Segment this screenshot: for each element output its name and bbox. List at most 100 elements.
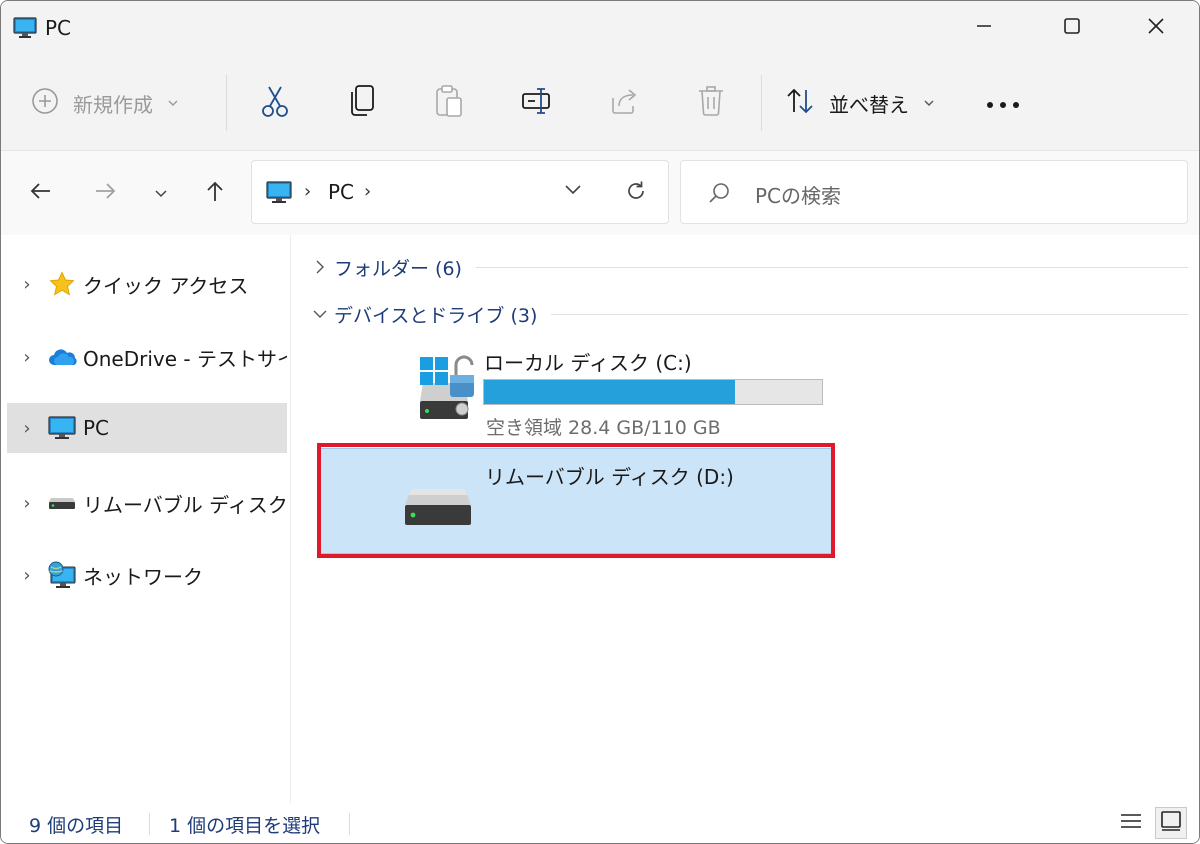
minimize-icon <box>975 17 993 39</box>
sidebar-item-label: クイック アクセス <box>83 273 249 298</box>
sidebar-item-network[interactable]: › ネットワーク <box>7 550 287 600</box>
back-button[interactable] <box>21 173 61 213</box>
toolbar-divider <box>761 75 762 131</box>
more-icon <box>986 94 1020 113</box>
maximize-button[interactable] <box>1029 1 1115 55</box>
sidebar-item-onedrive[interactable]: › OneDrive - テストサイト <box>7 332 287 382</box>
chevron-right-icon[interactable] <box>308 259 332 275</box>
new-button[interactable]: 新規作成 <box>31 79 179 127</box>
navigation-bar: › PC › PCの検索 <box>1 151 1199 235</box>
arrow-right-icon <box>94 182 116 204</box>
group-header-label: フォルダー (6) <box>334 257 462 280</box>
rename-icon <box>521 86 553 120</box>
delete-icon <box>697 85 725 121</box>
group-header-folders[interactable]: フォルダー (6) <box>308 252 1188 282</box>
refresh-icon[interactable] <box>624 179 648 207</box>
arrow-up-icon <box>205 180 225 206</box>
chevron-down-icon <box>923 94 935 113</box>
search-box[interactable]: PCの検索 <box>680 160 1188 224</box>
cut-icon <box>260 84 290 122</box>
recent-locations-button[interactable] <box>141 173 181 213</box>
close-icon <box>1147 17 1165 39</box>
breadcrumb-current[interactable]: PC <box>328 180 354 204</box>
maximize-icon <box>1063 17 1081 39</box>
forward-button[interactable] <box>85 173 125 213</box>
chevron-down-icon[interactable] <box>308 308 332 320</box>
add-circle-icon <box>31 87 59 119</box>
copy-button[interactable] <box>338 81 386 125</box>
share-button[interactable] <box>600 81 648 125</box>
group-header-label: デバイスとドライブ (3) <box>334 304 538 327</box>
toolbar-divider <box>226 75 227 131</box>
drive-name: ローカル ディスク (C:) <box>484 351 692 375</box>
command-bar: 新規作成 並べ替え <box>1 55 1199 151</box>
sidebar-item-pc[interactable]: › PC <box>7 403 287 453</box>
tiles-view-icon <box>1160 810 1182 836</box>
network-icon <box>47 561 77 588</box>
status-bar: 9 個の項目 1 個の項目を選択 <box>1 803 1199 843</box>
close-button[interactable] <box>1113 1 1199 55</box>
star-icon <box>47 271 77 297</box>
sidebar-item-quick-access[interactable]: › クイック アクセス <box>7 259 287 309</box>
delete-button[interactable] <box>687 81 735 125</box>
new-button-label: 新規作成 <box>73 92 153 117</box>
chevron-right-icon[interactable]: › <box>7 418 47 439</box>
sidebar-item-label: リムーバブル ディスク (D:) <box>83 492 287 517</box>
group-header-devices[interactable]: デバイスとドライブ (3) <box>308 299 1188 329</box>
details-view-icon <box>1120 812 1142 834</box>
chevron-right-icon[interactable]: › <box>7 274 47 295</box>
share-icon <box>609 86 639 120</box>
details-view-button[interactable] <box>1115 807 1147 839</box>
status-item-count: 9 個の項目 <box>29 815 124 837</box>
breadcrumb-separator[interactable]: › <box>364 181 371 202</box>
address-dropdown-icon[interactable] <box>564 181 582 200</box>
drive-item-c[interactable]: ローカル ディスク (C:) 空き領域 28.4 GB/110 GB <box>320 335 832 441</box>
sort-arrows-icon <box>785 87 815 119</box>
tiles-view-button[interactable] <box>1155 807 1187 839</box>
group-divider <box>551 313 1188 315</box>
drive-usage-bar <box>483 379 823 405</box>
sidebar-item-removable-disk[interactable]: › リムーバブル ディスク (D:) <box>7 478 287 528</box>
sidebar-item-label: ネットワーク <box>83 564 203 589</box>
chevron-down-icon <box>154 184 168 203</box>
windows-drive-icon <box>390 343 480 427</box>
highlight-annotation <box>317 443 835 558</box>
rename-button[interactable] <box>513 81 561 125</box>
minimize-button[interactable] <box>941 1 1027 55</box>
group-divider <box>475 266 1188 268</box>
sidebar-item-label: OneDrive - テストサイト <box>83 346 287 371</box>
more-options-button[interactable] <box>981 79 1025 127</box>
navigation-pane: › クイック アクセス › OneDrive - テストサイト › PC › リ… <box>1 235 291 803</box>
removable-drive-icon <box>47 490 77 516</box>
status-divider <box>149 813 150 835</box>
title-bar: PC <box>1 1 1199 55</box>
search-placeholder: PCの検索 <box>755 184 842 208</box>
paste-icon <box>434 84 464 122</box>
copy-icon <box>348 84 376 122</box>
sort-button-label: 並べ替え <box>829 92 909 117</box>
chevron-right-icon[interactable]: › <box>7 565 47 586</box>
address-bar[interactable]: › PC › <box>251 160 669 224</box>
arrow-left-icon <box>30 182 52 204</box>
onedrive-cloud-icon <box>47 344 77 370</box>
status-selected-count: 1 個の項目を選択 <box>169 815 321 837</box>
search-icon <box>707 181 731 209</box>
pc-monitor-icon <box>47 415 77 441</box>
sidebar-item-label: PC <box>83 416 110 440</box>
drive-usage-fill <box>484 380 735 404</box>
pc-monitor-icon <box>13 17 37 39</box>
chevron-down-icon <box>167 94 179 113</box>
explorer-window: PC 新規作成 並べ替え › PC › PCの検索 › クイック アクセス › … <box>0 0 1200 844</box>
status-divider <box>349 813 350 835</box>
drive-free-space: 空き領域 28.4 GB/110 GB <box>486 417 721 439</box>
breadcrumb-separator: › <box>304 181 312 202</box>
up-button[interactable] <box>195 173 235 213</box>
pc-monitor-icon <box>266 181 292 209</box>
sort-button[interactable]: 並べ替え <box>785 79 935 127</box>
cut-button[interactable] <box>251 81 299 125</box>
file-list-pane: フォルダー (6) デバイスとドライブ (3) ローカル ディスク (C:) 空… <box>292 235 1199 803</box>
chevron-right-icon[interactable]: › <box>7 347 47 368</box>
paste-button[interactable] <box>425 81 473 125</box>
chevron-right-icon[interactable]: › <box>7 493 47 514</box>
window-title: PC <box>45 16 72 40</box>
